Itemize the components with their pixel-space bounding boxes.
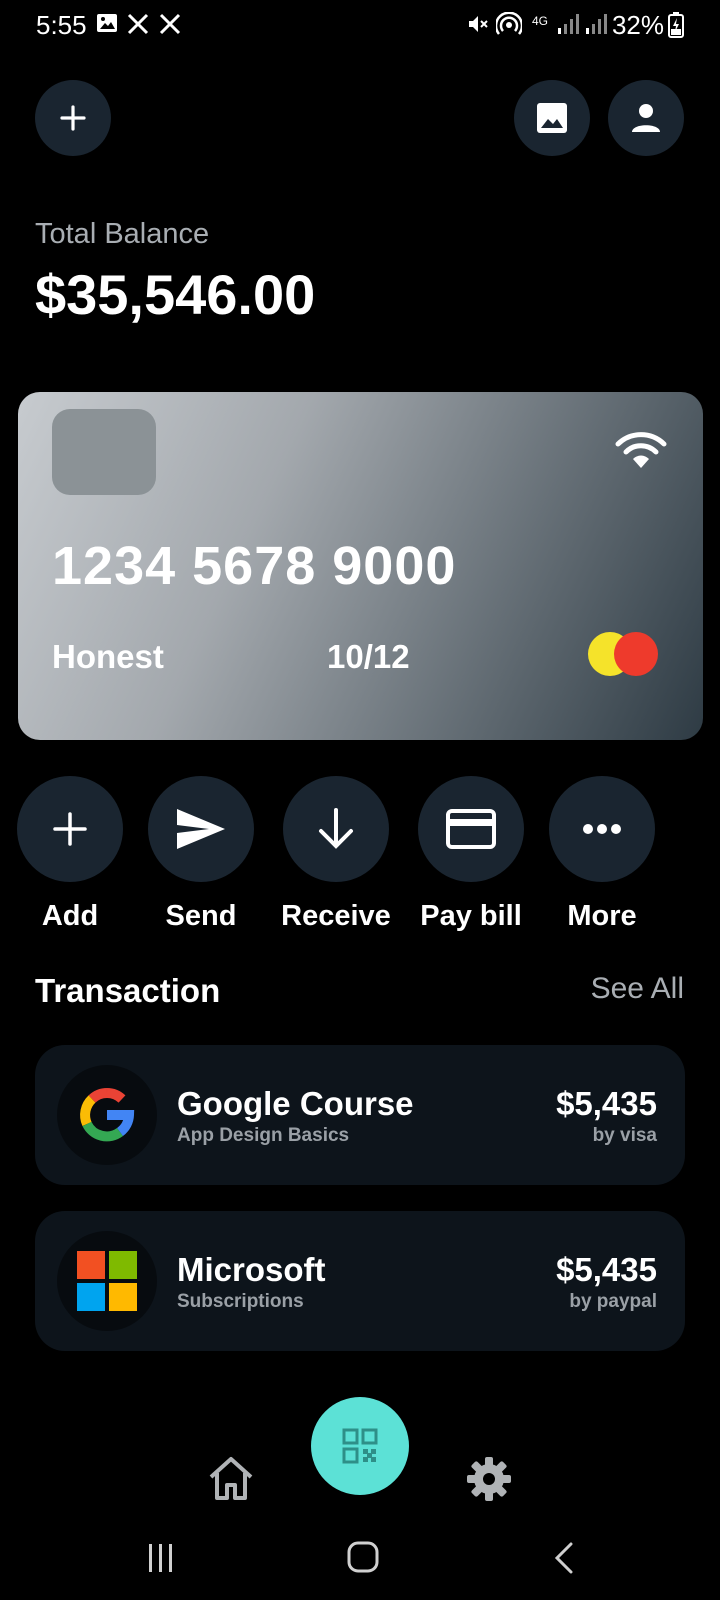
gallery-button[interactable] <box>514 80 590 156</box>
gear-icon[interactable] <box>465 1455 513 1503</box>
network-type: 4G <box>532 14 549 28</box>
plus-icon <box>60 105 86 131</box>
action-more[interactable]: More <box>547 776 657 932</box>
transaction-name: Google Course <box>177 1085 414 1122</box>
back-icon[interactable] <box>553 1542 575 1574</box>
action-label: Receive <box>281 900 391 932</box>
x-notification-icon <box>159 13 181 35</box>
action-add-circle[interactable] <box>17 776 123 882</box>
add-button[interactable] <box>35 80 111 156</box>
balance-label: Total Balance <box>35 218 210 250</box>
more-dots-icon <box>583 824 621 834</box>
status-bar: 5:55 4G 32% <box>0 0 720 52</box>
action-receive-circle[interactable] <box>283 776 389 882</box>
battery-icon <box>668 12 684 38</box>
credit-card-icon <box>446 809 496 849</box>
hotspot-icon <box>496 12 522 35</box>
action-receive[interactable]: Receive <box>281 776 391 932</box>
x-notification-icon <box>127 13 149 35</box>
card-holder: Honest <box>52 638 164 675</box>
action-label: Pay bill <box>420 900 522 932</box>
microsoft-logo-icon <box>57 1231 157 1331</box>
gallery-notification-icon <box>97 14 117 32</box>
mastercard-icon <box>588 632 660 678</box>
action-add[interactable]: Add <box>15 776 125 932</box>
action-pay-bill[interactable]: Pay bill <box>416 776 526 932</box>
see-all-link[interactable]: See All <box>591 972 684 1006</box>
transaction-amount: $5,435 <box>556 1085 657 1122</box>
arrow-down-icon <box>319 808 353 849</box>
system-navigation-bar <box>0 1530 720 1590</box>
person-icon <box>632 104 660 132</box>
recent-apps-icon[interactable] <box>146 1542 176 1574</box>
send-icon <box>177 809 225 849</box>
card-number: 1234 5678 9000 <box>52 536 457 596</box>
status-time: 5:55 <box>36 10 87 40</box>
transaction-subtitle: Subscriptions <box>177 1291 304 1312</box>
signal-icon <box>558 14 579 34</box>
transaction-subtitle: App Design Basics <box>177 1125 350 1146</box>
signal-icon <box>586 14 607 34</box>
action-pay-bill-circle[interactable] <box>418 776 524 882</box>
payment-card[interactable]: 1234 5678 9000 Honest 10/12 <box>18 392 703 740</box>
home-icon[interactable] <box>207 1455 255 1501</box>
contactless-wifi-icon <box>615 432 667 468</box>
card-chip <box>52 409 156 495</box>
transaction-amount: $5,435 <box>556 1251 657 1288</box>
battery-percent: 32% <box>611 10 664 40</box>
action-send-circle[interactable] <box>148 776 254 882</box>
transaction-item[interactable]: Microsoft Subscriptions $5,435 by paypal <box>35 1211 685 1351</box>
balance-value: $35,546.00 <box>35 263 316 326</box>
transaction-method: by visa <box>592 1125 657 1146</box>
action-more-circle[interactable] <box>549 776 655 882</box>
action-label: More <box>567 900 637 932</box>
google-logo-icon <box>57 1065 157 1165</box>
image-icon <box>537 103 567 133</box>
action-label: Add <box>41 900 99 932</box>
scan-qr-button[interactable] <box>311 1397 409 1495</box>
transaction-method: by paypal <box>569 1291 657 1312</box>
plus-icon <box>53 812 87 846</box>
transaction-name: Microsoft <box>177 1251 326 1288</box>
transaction-item[interactable]: Google Course App Design Basics $5,435 b… <box>35 1045 685 1185</box>
action-label: Send <box>165 900 237 932</box>
profile-button[interactable] <box>608 80 684 156</box>
qr-code-icon <box>342 1428 378 1464</box>
card-expiry: 10/12 <box>327 638 410 675</box>
system-home-icon[interactable] <box>346 1540 380 1574</box>
mute-icon <box>469 16 488 32</box>
transactions-title: Transaction <box>35 972 221 1009</box>
action-send[interactable]: Send <box>146 776 256 932</box>
